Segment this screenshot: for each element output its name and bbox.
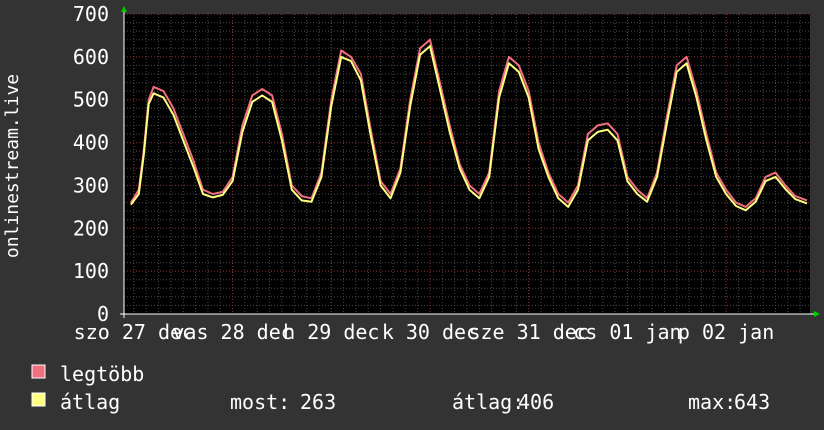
y-tick-label: 200 <box>73 216 109 240</box>
x-tick-label: sze 31 dec <box>468 320 588 344</box>
legend-swatch-atlag <box>31 392 46 407</box>
y-axis-label: onlinestream.live <box>2 74 23 258</box>
x-tick-label: vas 28 dec <box>172 320 292 344</box>
legend-swatch-legtobb <box>31 364 46 379</box>
x-tick-label: h 29 dec <box>283 320 379 344</box>
y-tick-label: 600 <box>73 45 109 69</box>
stat-label: most: <box>230 390 290 414</box>
x-tick-label: p 02 jan <box>678 320 774 344</box>
legend-label: átlag <box>60 390 120 414</box>
y-tick-label: 500 <box>73 88 109 112</box>
stat-label: max: <box>688 390 736 414</box>
y-tick-label: 100 <box>73 259 109 283</box>
x-tick-label: cs 01 jan <box>573 320 681 344</box>
x-tick-labels: szo 27 decvas 28 dech 29 dec k 30 decsze … <box>74 320 775 344</box>
x-tick-label: k 30 dec <box>382 320 478 344</box>
stat-value: 643 <box>734 390 770 414</box>
legend-label: legtöbb <box>60 362 144 386</box>
stat-label: átlag: <box>452 390 524 414</box>
y-tick-label: 300 <box>73 173 109 197</box>
y-tick-label: 400 <box>73 131 109 155</box>
stat-value: 406 <box>518 390 554 414</box>
y-tick-label: 700 <box>73 2 109 26</box>
chart-svg: 0100200300400500600700 szo 27 decvas 28 … <box>0 0 824 430</box>
stat-value: 263 <box>300 390 336 414</box>
chart: 0 100 200 300 400 500 600 700 szo 27 dec vas 28 … <box>0 0 824 430</box>
